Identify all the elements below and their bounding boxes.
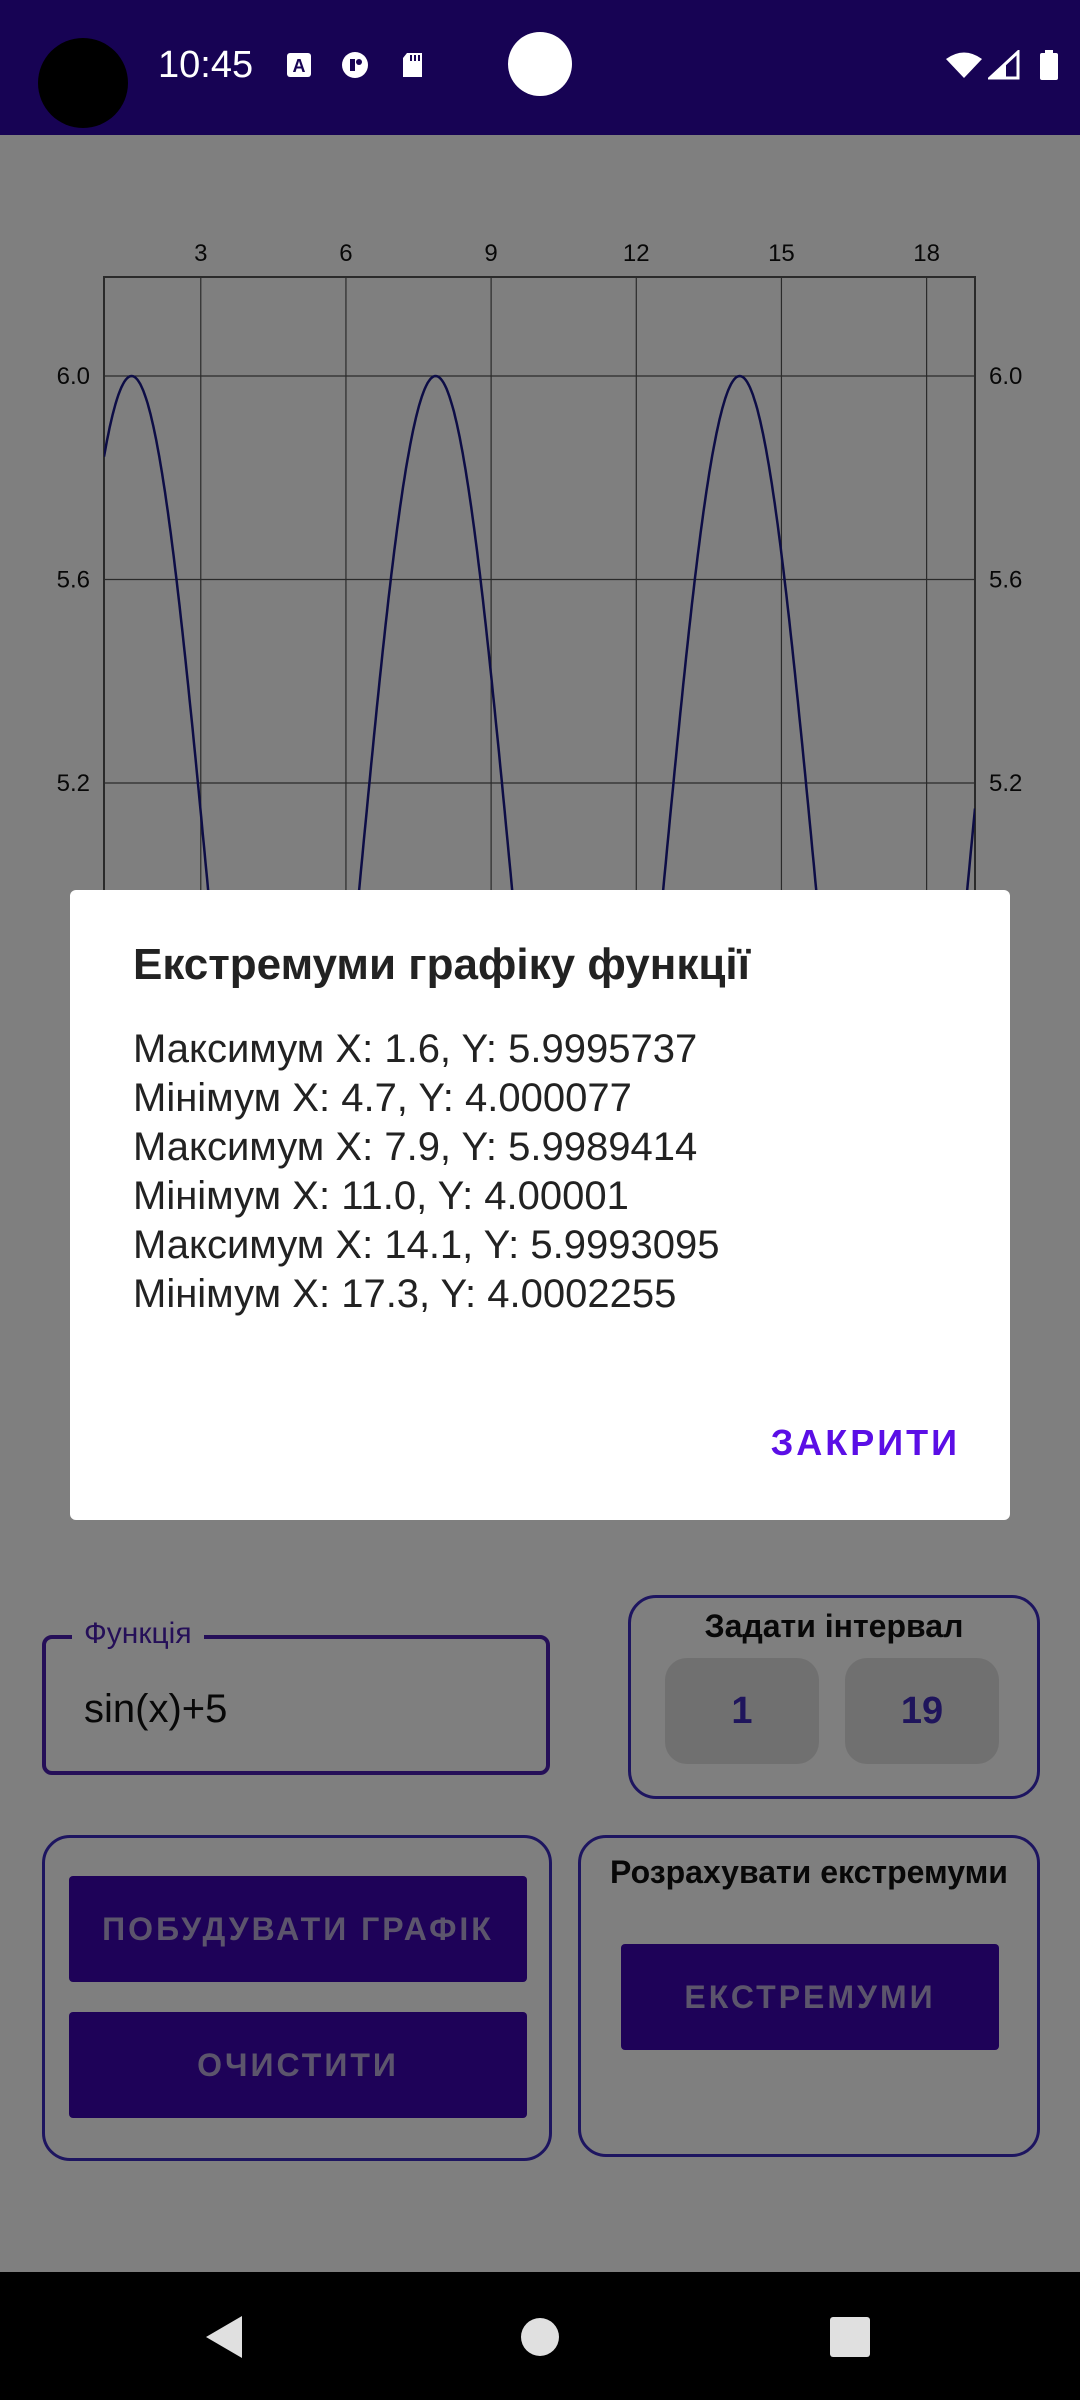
navigation-bar — [0, 2272, 1080, 2400]
extremum-line: Мінімум X: 17.3, Y: 4.0002255 — [133, 1272, 677, 1316]
dialog-title: Екстремуми графіку функції — [133, 940, 751, 989]
extremum-line: Мінімум X: 11.0, Y: 4.00001 — [133, 1174, 629, 1218]
close-button[interactable]: ЗАКРИТИ — [771, 1422, 960, 1464]
status-time: 10:45 — [158, 44, 254, 86]
back-icon[interactable] — [190, 2302, 260, 2372]
sd-card-icon — [403, 53, 422, 77]
status-dot — [508, 32, 572, 96]
extrema-dialog: Екстремуми графіку функції Максимум X: 1… — [70, 890, 1010, 1520]
wifi-icon — [946, 52, 982, 78]
status-bar: 10:45 A — [0, 0, 1080, 135]
dialog-message: Максимум X: 1.6, Y: 5.9995737 Мінімум X:… — [133, 1025, 719, 1319]
recents-icon[interactable] — [815, 2302, 885, 2372]
lock-icon — [342, 52, 368, 78]
home-icon[interactable] — [505, 2302, 575, 2372]
extremum-line: Максимум X: 1.6, Y: 5.9995737 — [133, 1027, 698, 1071]
svg-text:A: A — [293, 56, 306, 76]
signal-icon — [988, 50, 1020, 80]
a-icon: A — [287, 53, 311, 77]
extremum-line: Мінімум X: 4.7, Y: 4.000077 — [133, 1076, 632, 1120]
battery-icon — [1040, 50, 1058, 80]
extremum-line: Максимум X: 7.9, Y: 5.9989414 — [133, 1125, 698, 1169]
extremum-line: Максимум X: 14.1, Y: 5.9993095 — [133, 1223, 720, 1267]
camera-cutout — [38, 38, 128, 128]
